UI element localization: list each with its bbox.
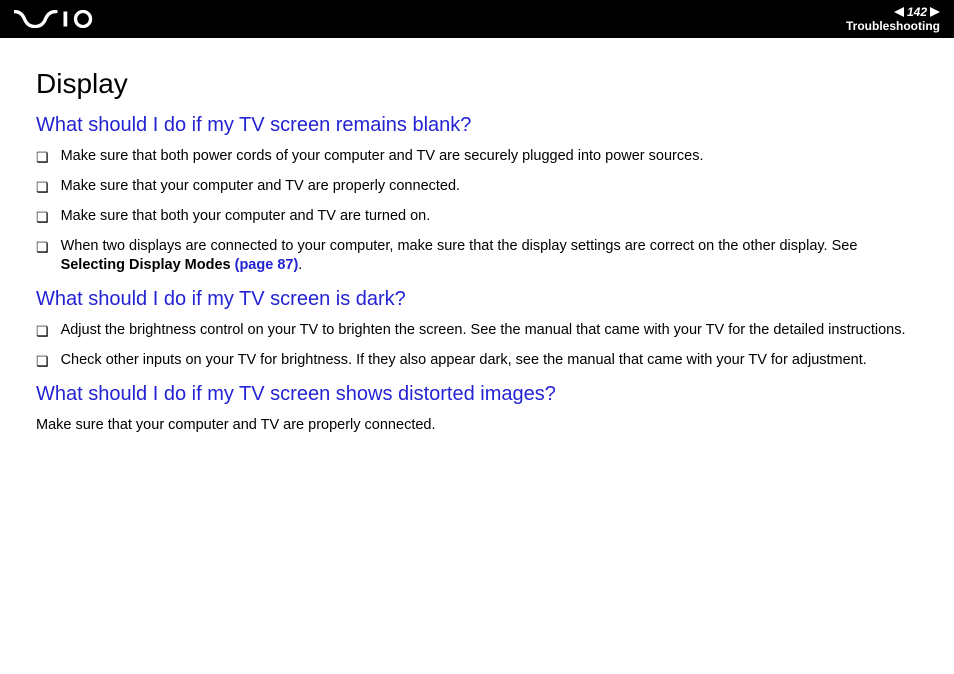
section-label: Troubleshooting: [846, 19, 940, 33]
list-item: ❏ Adjust the brightness control on your …: [36, 321, 918, 341]
bullet-list-2: ❏ Adjust the brightness control on your …: [36, 321, 918, 371]
list-item: ❏ Make sure that your computer and TV ar…: [36, 177, 918, 197]
bullet-icon: ❏: [36, 178, 49, 197]
list-item-text: When two displays are connected to your …: [61, 237, 918, 276]
page-link[interactable]: (page 87): [235, 257, 299, 273]
list-item: ❏ Make sure that both your computer and …: [36, 207, 918, 227]
vaio-logo: [14, 10, 104, 28]
next-page-arrow-icon[interactable]: [930, 7, 940, 17]
bullet-icon: ❏: [36, 238, 49, 257]
bullet-icon: ❏: [36, 322, 49, 341]
list-item-text: Make sure that both power cords of your …: [61, 147, 918, 167]
bullet-list-1: ❏ Make sure that both power cords of you…: [36, 147, 918, 276]
page-number: 142: [907, 5, 927, 19]
header-meta: 142 Troubleshooting: [846, 5, 940, 34]
text-prefix: When two displays are connected to your …: [61, 238, 858, 254]
paragraph-text: Make sure that your computer and TV are …: [36, 416, 918, 436]
bullet-icon: ❏: [36, 352, 49, 371]
question-heading-3: What should I do if my TV screen shows d…: [36, 383, 918, 406]
prev-page-arrow-icon[interactable]: [894, 7, 904, 17]
list-item-text: Adjust the brightness control on your TV…: [61, 321, 918, 341]
bullet-icon: ❏: [36, 208, 49, 227]
list-item: ❏ Check other inputs on your TV for brig…: [36, 351, 918, 371]
list-item-text: Make sure that your computer and TV are …: [61, 177, 918, 197]
page-navigation: 142: [846, 5, 940, 19]
list-item: ❏ Make sure that both power cords of you…: [36, 147, 918, 167]
list-item-text: Check other inputs on your TV for bright…: [61, 351, 918, 371]
question-heading-2: What should I do if my TV screen is dark…: [36, 288, 918, 311]
bullet-icon: ❏: [36, 148, 49, 167]
text-suffix: .: [298, 257, 302, 273]
list-item: ❏ When two displays are connected to you…: [36, 237, 918, 276]
question-heading-1: What should I do if my TV screen remains…: [36, 114, 918, 137]
header-bar: 142 Troubleshooting: [0, 0, 954, 38]
section-title: Display: [36, 68, 918, 100]
bold-text: Selecting Display Modes: [61, 257, 235, 273]
page-content: Display What should I do if my TV screen…: [0, 38, 954, 455]
list-item-text: Make sure that both your computer and TV…: [61, 207, 918, 227]
